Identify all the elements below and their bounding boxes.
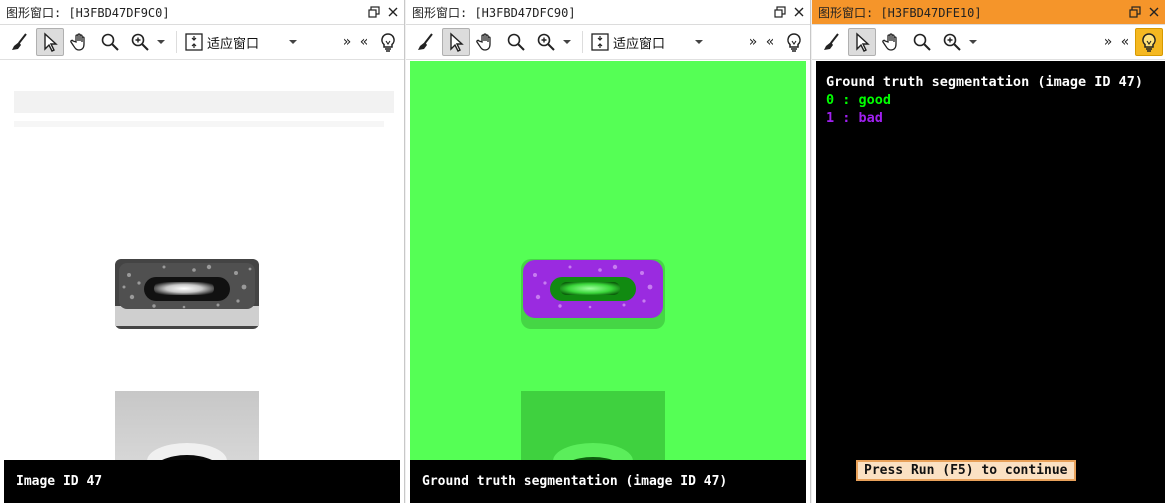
clear-broom-icon[interactable] (412, 28, 440, 56)
zoom-in-icon[interactable] (938, 28, 966, 56)
original-image (4, 61, 400, 503)
magnifier-icon[interactable] (502, 28, 530, 56)
expand-right-icon[interactable]: » (746, 34, 760, 50)
pan-hand-icon[interactable] (66, 28, 94, 56)
expand-left-icon[interactable]: « (357, 34, 371, 50)
magnifier-icon[interactable] (96, 28, 124, 56)
window-title-bar[interactable]: 图形窗口: [H3FBD47DFE10] (812, 0, 1165, 25)
expand-right-icon[interactable]: » (340, 34, 354, 50)
toolbar-divider (582, 31, 583, 53)
window-toolbar: 适应窗口 » « (0, 25, 404, 60)
toolbar-right-group: » « (1101, 28, 1165, 56)
message-heading: Ground truth segmentation (image ID 47) (826, 74, 1143, 90)
segmentation-overlay-image (410, 61, 806, 503)
restore-icon[interactable] (772, 4, 788, 20)
clear-broom-icon[interactable] (6, 28, 34, 56)
fit-window-dropdown[interactable]: 适应窗口 (185, 33, 298, 52)
chevron-down-icon (289, 40, 298, 44)
pointer-icon[interactable] (442, 28, 470, 56)
message-canvas[interactable]: Ground truth segmentation (image ID 47) … (816, 61, 1165, 503)
restore-icon[interactable] (366, 4, 382, 20)
fit-window-label: 适应窗口 (613, 36, 666, 52)
continue-button[interactable]: Press Run (F5) to continue (856, 460, 1076, 481)
graphics-window-3: 图形窗口: [H3FBD47DFE10] » « Ground truth se… (812, 0, 1165, 503)
zoom-in-icon[interactable] (532, 28, 560, 56)
lightbulb-icon[interactable] (374, 28, 402, 56)
graphics-window-2: 图形窗口: [H3FBD47DFC90] 适应窗口 » « Ground tru… (406, 0, 811, 503)
expand-right-icon[interactable]: » (1101, 34, 1115, 50)
toolbar-divider (176, 31, 177, 53)
expand-left-icon[interactable]: « (763, 34, 777, 50)
toolbar-right-group: » « (746, 28, 810, 56)
window-title: 图形窗口: [H3FBD47DF9C0] (6, 5, 170, 20)
fit-window-icon (185, 33, 203, 51)
window-toolbar: » « (812, 25, 1165, 60)
toolbar-right-group: » « (340, 28, 404, 56)
pan-hand-icon[interactable] (472, 28, 500, 56)
chevron-down-icon[interactable] (968, 39, 978, 45)
window-title-bar[interactable]: 图形窗口: [H3FBD47DFC90] (406, 0, 810, 25)
segmentation-caption: Ground truth segmentation (image ID 47) (410, 460, 806, 503)
image-caption: Image ID 47 (4, 460, 400, 503)
fit-window-label: 适应窗口 (207, 36, 260, 52)
close-icon[interactable] (1146, 4, 1162, 20)
pointer-icon[interactable] (848, 28, 876, 56)
window-title-bar[interactable]: 图形窗口: [H3FBD47DF9C0] (0, 0, 404, 25)
window-title: 图形窗口: [H3FBD47DFE10] (818, 5, 982, 20)
fit-window-dropdown[interactable]: 适应窗口 (591, 33, 704, 52)
window-title: 图形窗口: [H3FBD47DFC90] (412, 5, 576, 20)
message-block: Ground truth segmentation (image ID 47) … (826, 73, 1143, 127)
close-icon[interactable] (385, 4, 401, 20)
pointer-icon[interactable] (36, 28, 64, 56)
expand-left-icon[interactable]: « (1118, 34, 1132, 50)
chevron-down-icon (695, 40, 704, 44)
legend-good: 0 : good (826, 92, 892, 108)
magnifier-icon[interactable] (908, 28, 936, 56)
chevron-down-icon[interactable] (562, 39, 572, 45)
zoom-in-icon[interactable] (126, 28, 154, 56)
close-icon[interactable] (791, 4, 807, 20)
lightbulb-icon[interactable] (1135, 28, 1163, 56)
fit-window-icon (591, 33, 609, 51)
image-canvas[interactable] (4, 61, 400, 503)
pan-hand-icon[interactable] (878, 28, 906, 56)
restore-icon[interactable] (1127, 4, 1143, 20)
graphics-window-1: 图形窗口: [H3FBD47DF9C0] 适应窗口 » « Image ID 4… (0, 0, 405, 503)
window-toolbar: 适应窗口 » « (406, 25, 810, 60)
chevron-down-icon[interactable] (156, 39, 166, 45)
segmentation-canvas[interactable] (410, 61, 806, 503)
clear-broom-icon[interactable] (818, 28, 846, 56)
legend-bad: 1 : bad (826, 110, 883, 126)
lightbulb-icon[interactable] (780, 28, 808, 56)
